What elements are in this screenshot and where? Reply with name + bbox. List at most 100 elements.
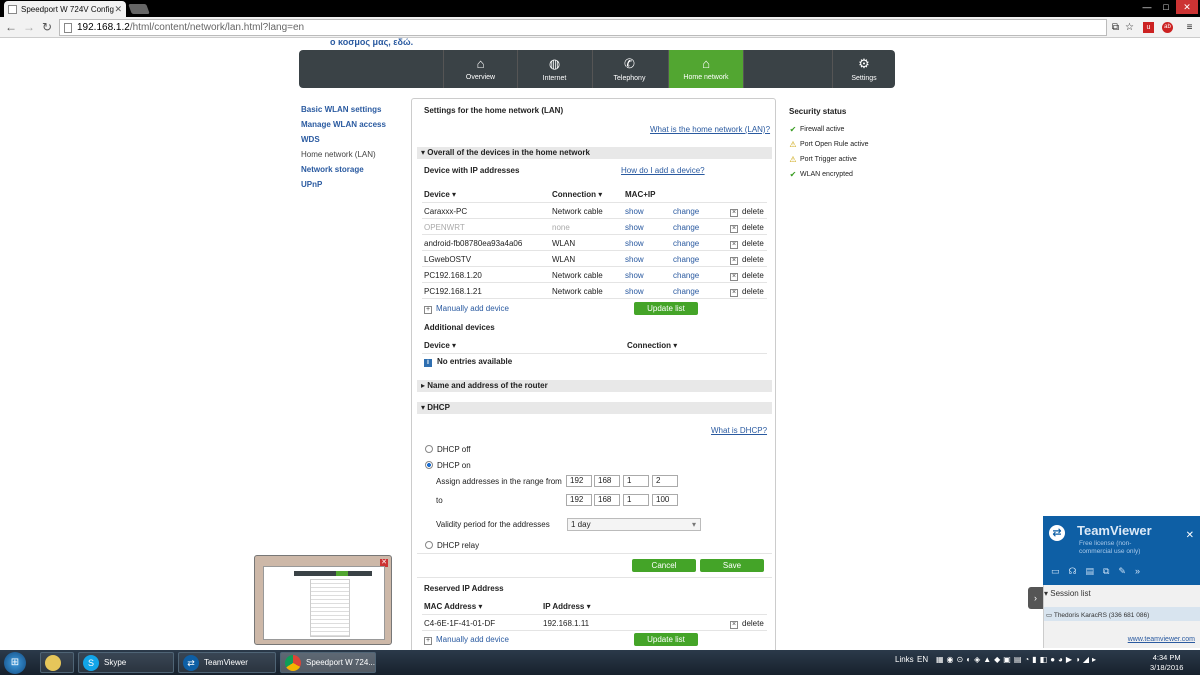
what-is-dhcp-link[interactable]: What is DHCP? [711, 426, 767, 435]
column-connection[interactable]: Connection ▾ [552, 190, 602, 199]
back-button[interactable]: ← [4, 20, 18, 34]
ip-to-octet-2[interactable]: 168 [594, 494, 620, 506]
system-clock[interactable]: 4:34 PM 3/18/2016 [1150, 653, 1183, 673]
column-device[interactable]: Device ▾ [424, 190, 456, 199]
translate-icon[interactable]: ⧉ [1110, 22, 1121, 33]
change-link[interactable]: change [673, 287, 699, 296]
delete-button[interactable]: × delete [730, 207, 764, 217]
delete-button[interactable]: × delete [730, 239, 764, 249]
address-bar[interactable]: 192.168.1.2/html/content/network/lan.htm… [59, 19, 1107, 36]
manually-add-device-link[interactable]: + Manually add device [424, 304, 509, 314]
nav-home-network[interactable]: ⌂ Home network [668, 50, 743, 88]
section-dhcp[interactable]: ▾ DHCP [417, 402, 772, 414]
change-link[interactable]: change [673, 239, 699, 248]
dhcp-relay-radio[interactable]: DHCP relay [425, 541, 479, 550]
ip-from-octet-2[interactable]: 168 [594, 475, 620, 487]
cancel-button[interactable]: Cancel [632, 559, 696, 572]
sidebar-item-network-storage[interactable]: Network storage [301, 165, 386, 180]
tab-close-icon[interactable]: ✕ [114, 4, 122, 15]
nav-overview[interactable]: ⌂ Overview [443, 50, 517, 88]
help-lan-link[interactable]: What is the home network (LAN)? [650, 125, 770, 134]
teamviewer-toolbar[interactable]: ▭☊▤⧉✎» [1051, 566, 1149, 577]
ip-to-octet-4[interactable]: 100 [652, 494, 678, 506]
manually-add-device-link[interactable]: + Manually add device [424, 635, 509, 645]
links-toolbar[interactable]: Links [895, 655, 914, 664]
show-link[interactable]: show [625, 223, 644, 232]
sidebar-item-home-network[interactable]: Home network (LAN) [301, 150, 386, 165]
show-link[interactable]: show [625, 255, 644, 264]
panel-title: Settings for the home network (LAN) [424, 106, 564, 115]
delete-button[interactable]: × delete [730, 255, 764, 265]
start-button[interactable]: ⊞ [4, 652, 26, 674]
nav-telephony[interactable]: ✆ Telephony [592, 50, 666, 88]
delete-button[interactable]: × delete [730, 271, 764, 281]
new-tab-button[interactable] [128, 4, 150, 14]
delete-button[interactable]: × delete [730, 223, 764, 233]
how-add-device-link[interactable]: How do I add a device? [621, 166, 705, 175]
update-list-button[interactable]: Update list [634, 633, 698, 646]
show-link[interactable]: show [625, 207, 644, 216]
additional-devices-title: Additional devices [424, 323, 495, 332]
ip-from-octet-4[interactable]: 2 [652, 475, 678, 487]
minimize-button[interactable]: — [1138, 0, 1156, 14]
column-device[interactable]: Device ▾ [424, 341, 456, 350]
session-list-header[interactable]: ▾ Session list [1044, 589, 1091, 598]
ip-to-octet-3[interactable]: 1 [623, 494, 649, 506]
delete-button[interactable]: × delete [730, 619, 764, 629]
save-button[interactable]: Save [700, 559, 764, 572]
change-link[interactable]: change [673, 255, 699, 264]
sidebar-item-wds[interactable]: WDS [301, 135, 386, 150]
ip-from-octet-1[interactable]: 192 [566, 475, 592, 487]
ublock-icon[interactable]: u [1143, 22, 1154, 33]
forward-button[interactable]: → [22, 20, 36, 34]
menu-icon[interactable]: ≡ [1184, 22, 1195, 33]
adblock-icon[interactable]: ab [1162, 22, 1173, 33]
bookmark-star-icon[interactable]: ☆ [1124, 22, 1135, 33]
security-text: WLAN encrypted [800, 171, 853, 178]
column-connection[interactable]: Connection ▾ [627, 341, 677, 350]
dhcp-on-radio[interactable]: DHCP on [425, 461, 471, 470]
dhcp-off-radio[interactable]: DHCP off [425, 445, 471, 454]
nav-internet[interactable]: ◍ Internet [517, 50, 591, 88]
security-item: ⚠ Port Open Rule active [789, 137, 868, 152]
update-list-button[interactable]: Update list [634, 302, 698, 315]
delete-icon: × [730, 225, 738, 233]
taskbar-chrome[interactable]: Speedport W 724... [280, 652, 376, 673]
taskbar-teamviewer[interactable]: ⇄ TeamViewer [178, 652, 276, 673]
check-icon: ✔ [789, 125, 797, 134]
maximize-button[interactable]: □ [1157, 0, 1175, 14]
ip-from-octet-3[interactable]: 1 [623, 475, 649, 487]
close-window-button[interactable]: ✕ [1176, 0, 1198, 14]
thumbnail-nav-active [336, 571, 348, 576]
show-link[interactable]: show [625, 271, 644, 280]
change-link[interactable]: change [673, 207, 699, 216]
radio-label: DHCP off [437, 445, 471, 454]
globe-icon: ◍ [548, 56, 561, 71]
delete-button[interactable]: × delete [730, 287, 764, 297]
ip-to-octet-1[interactable]: 192 [566, 494, 592, 506]
show-link[interactable]: show [625, 239, 644, 248]
sidebar-item-basic-wlan[interactable]: Basic WLAN settings [301, 105, 386, 120]
change-link[interactable]: change [673, 271, 699, 280]
show-link[interactable]: show [625, 287, 644, 296]
close-icon[interactable]: ✕ [1186, 530, 1194, 541]
teamviewer-url-link[interactable]: www.teamviewer.com [1128, 636, 1195, 643]
teamviewer-collapse-tab[interactable]: › [1028, 587, 1043, 609]
browser-tab[interactable]: Speedport W 724V Config ✕ [4, 1, 126, 17]
change-link[interactable]: change [673, 223, 699, 232]
validity-select[interactable]: 1 day ▾ [567, 518, 701, 531]
nav-settings[interactable]: ⚙ Settings [832, 50, 895, 88]
reload-button[interactable]: ↻ [40, 20, 54, 34]
sidebar-item-manage-wlan[interactable]: Manage WLAN access [301, 120, 386, 135]
column-mac[interactable]: MAC Address ▾ [424, 602, 482, 611]
sidebar-item-upnp[interactable]: UPnP [301, 180, 386, 195]
taskbar-explorer[interactable] [40, 652, 74, 673]
section-overall-devices[interactable]: ▾ Overall of the devices in the home net… [417, 147, 772, 159]
tray-icons[interactable]: ▦◉⊙◐◈▲◆▣▤◔▮◧●◕▶◑◢▸ [936, 655, 1099, 664]
taskbar-skype[interactable]: S Skype [78, 652, 174, 673]
taskbar-label: TeamViewer [204, 658, 248, 667]
taskbar-thumbnail-preview[interactable]: ✕ [254, 555, 392, 645]
language-indicator[interactable]: EN [917, 655, 928, 664]
column-ip[interactable]: IP Address ▾ [543, 602, 591, 611]
section-router-name[interactable]: ▸ Name and address of the router [417, 380, 772, 392]
